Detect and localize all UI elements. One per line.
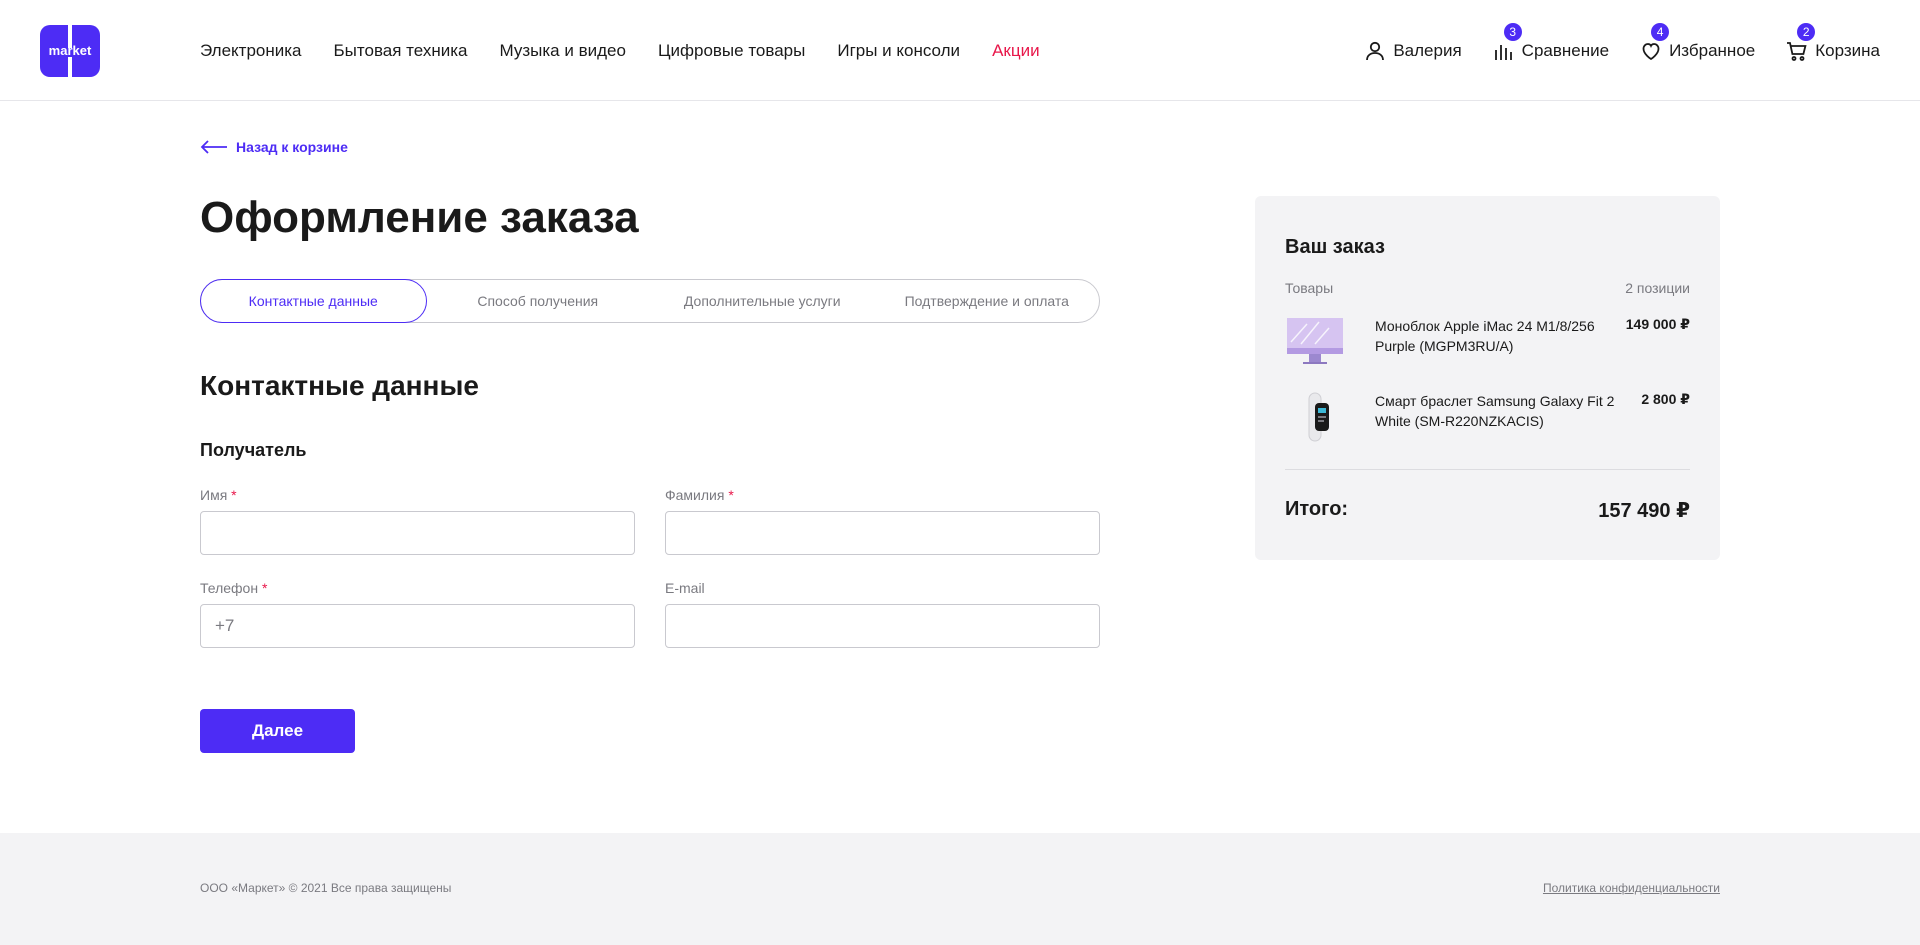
item-price: 2 800 ₽: [1641, 391, 1690, 407]
email-label: E-mail: [665, 580, 705, 596]
first-name-label: Имя *: [200, 487, 237, 503]
last-name-input[interactable]: [665, 511, 1100, 555]
cart-link[interactable]: 2 Корзина: [1785, 22, 1880, 63]
order-item[interactable]: Моноблок Apple iMac 24 M1/8/256 Purple (…: [1285, 316, 1690, 368]
goods-label: Товары: [1285, 280, 1334, 296]
step-confirm-payment[interactable]: Подтверждение и оплата: [875, 280, 1100, 322]
copyright-text: ООО «Маркет» © 2021 Все права защищены: [200, 881, 452, 895]
site-header: market Электроника Бытовая техника Музык…: [0, 0, 1920, 101]
last-name-label: Фамилия *: [665, 487, 734, 503]
next-button[interactable]: Далее: [200, 709, 355, 753]
step-delivery-method[interactable]: Способ получения: [426, 280, 651, 322]
step-contact-data[interactable]: Контактные данные: [200, 279, 427, 323]
user-icon: [1366, 41, 1385, 60]
compare-icon: [1494, 44, 1512, 60]
section-title: Контактные данные: [200, 370, 479, 401]
item-price: 149 000 ₽: [1625, 316, 1690, 332]
compare-count-badge: 3: [1503, 22, 1522, 41]
email-field-group: E-mail: [665, 580, 1100, 648]
item-name: Моноблок Apple iMac 24 M1/8/256 Purple (…: [1375, 318, 1595, 354]
positions-count: 2 позиции: [1625, 280, 1690, 296]
cart-count-badge: 2: [1797, 22, 1816, 41]
order-title: Ваш заказ: [1285, 236, 1385, 258]
step-additional-services[interactable]: Дополнительные услуги: [650, 280, 875, 322]
nav-item-sales[interactable]: Акции: [992, 41, 1040, 61]
arrow-left-icon: [200, 140, 227, 154]
email-input[interactable]: [665, 604, 1100, 648]
required-mark: *: [728, 487, 734, 503]
favorites-link[interactable]: 4 Избранное: [1639, 22, 1756, 63]
total-value: 157 490 ₽: [1598, 500, 1690, 522]
site-footer: ООО «Маркет» © 2021 Все права защищены П…: [0, 833, 1920, 945]
back-to-cart-link[interactable]: Назад к корзине: [200, 139, 348, 155]
required-mark: *: [231, 487, 237, 503]
favorites-label: Избранное: [1669, 40, 1756, 60]
user-menu: Валерия 3 Сравнение 4 Избранное 2 Корзин…: [1363, 0, 1880, 101]
profile-label: Валерия: [1393, 40, 1462, 60]
main-nav: Электроника Бытовая техника Музыка и вид…: [200, 0, 1040, 101]
phone-field-group: Телефон *: [200, 580, 635, 648]
nav-item-appliances[interactable]: Бытовая техника: [334, 41, 468, 61]
order-meta: Товары 2 позиции: [1285, 280, 1690, 296]
profile-link[interactable]: Валерия: [1363, 39, 1462, 63]
order-summary: Ваш заказ Товары 2 позиции Моноблок Appl…: [1255, 196, 1720, 560]
privacy-policy-link[interactable]: Политика конфиденциальности: [1543, 881, 1720, 895]
required-mark: *: [261, 580, 268, 596]
phone-input[interactable]: [200, 604, 635, 648]
first-name-input[interactable]: [200, 511, 635, 555]
order-divider: [1285, 469, 1690, 470]
heart-icon: [1642, 42, 1660, 60]
cart-icon: [1787, 41, 1807, 61]
last-name-field-group: Фамилия *: [665, 487, 1100, 555]
back-link-label: Назад к корзине: [236, 139, 348, 155]
item-name: Смарт браслет Samsung Galaxy Fit 2 White…: [1375, 393, 1615, 429]
logo-text: market: [49, 43, 92, 58]
compare-label: Сравнение: [1521, 40, 1610, 60]
nav-item-digital[interactable]: Цифровые товары: [658, 41, 805, 61]
compare-link[interactable]: 3 Сравнение: [1492, 22, 1610, 63]
page-title: Оформление заказа: [200, 193, 639, 242]
phone-label: Телефон *: [200, 580, 268, 596]
fitness-band-thumbnail: [1308, 392, 1329, 442]
nav-item-electronics[interactable]: Электроника: [200, 41, 302, 61]
nav-item-games[interactable]: Игры и консоли: [837, 41, 960, 61]
market-logo[interactable]: market: [40, 25, 100, 77]
recipient-title: Получатель: [200, 440, 307, 460]
imac-thumbnail: [1287, 318, 1343, 364]
order-total: Итого: 157 490 ₽: [1285, 498, 1690, 523]
nav-item-music-video[interactable]: Музыка и видео: [500, 41, 626, 61]
total-label: Итого:: [1285, 498, 1349, 520]
order-item[interactable]: Смарт браслет Samsung Galaxy Fit 2 White…: [1285, 391, 1690, 443]
cart-label: Корзина: [1815, 40, 1880, 60]
favorites-count-badge: 4: [1651, 22, 1670, 41]
first-name-field-group: Имя *: [200, 487, 635, 555]
checkout-steps: Контактные данные Способ получения Допол…: [200, 279, 1100, 323]
